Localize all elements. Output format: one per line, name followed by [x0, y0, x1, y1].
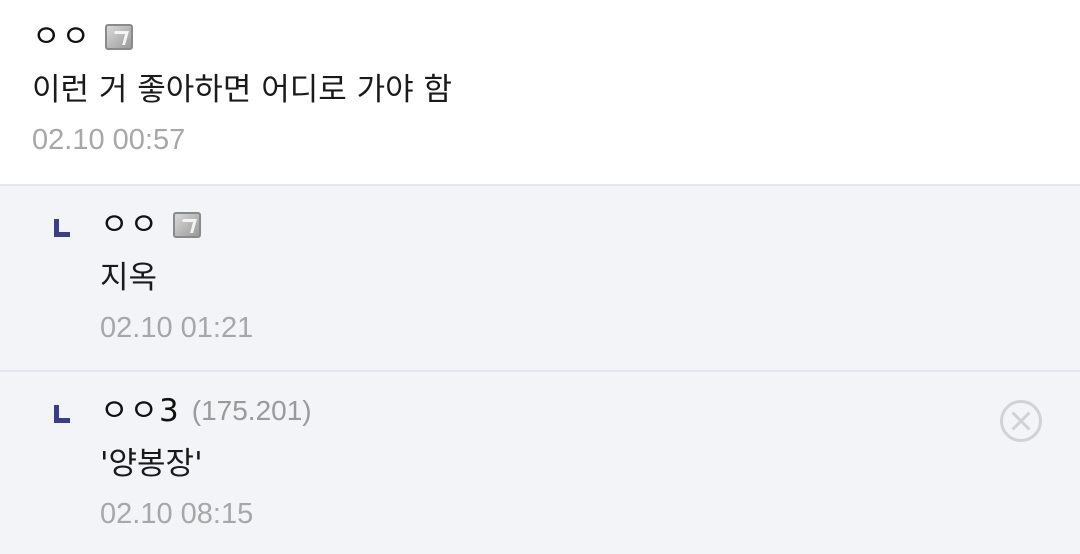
reply-arrow-icon: [54, 405, 70, 423]
nickname[interactable]: ㅇㅇ: [32, 21, 91, 53]
comment-timestamp: 02.10 01:21: [100, 312, 254, 344]
comment-text: 지옥: [100, 260, 158, 296]
comment-timestamp: 02.10 08:15: [100, 498, 254, 530]
comment-text: '양봉장': [100, 446, 203, 482]
fixed-nick-badge-icon: [173, 212, 202, 238]
nickname[interactable]: ㅇㅇ: [100, 209, 159, 241]
reply-arrow-icon: [54, 219, 70, 237]
ip-address: (175.201): [191, 395, 312, 426]
fixed-nick-badge-icon: [105, 24, 134, 50]
reply-comment: ㅇㅇ3 (175.201) '양봉장' 02.10 08:15: [0, 372, 1080, 554]
comment-header: ㅇㅇ3 (175.201): [100, 388, 1080, 434]
delete-icon[interactable]: [1000, 400, 1042, 442]
comment: ㅇㅇ 이런 거 좋아하면 어디로 가야 함 02.10 00:57: [0, 0, 1080, 186]
comment-header: ㅇㅇ: [32, 14, 1080, 60]
comment-header: ㅇㅇ: [100, 202, 1080, 248]
nickname[interactable]: ㅇㅇ3: [100, 395, 180, 427]
reply-comment: ㅇㅇ 지옥 02.10 01:21: [0, 186, 1080, 372]
comment-text: 이런 거 좋아하면 어디로 가야 함: [32, 72, 453, 108]
comment-timestamp: 02.10 00:57: [32, 124, 186, 156]
